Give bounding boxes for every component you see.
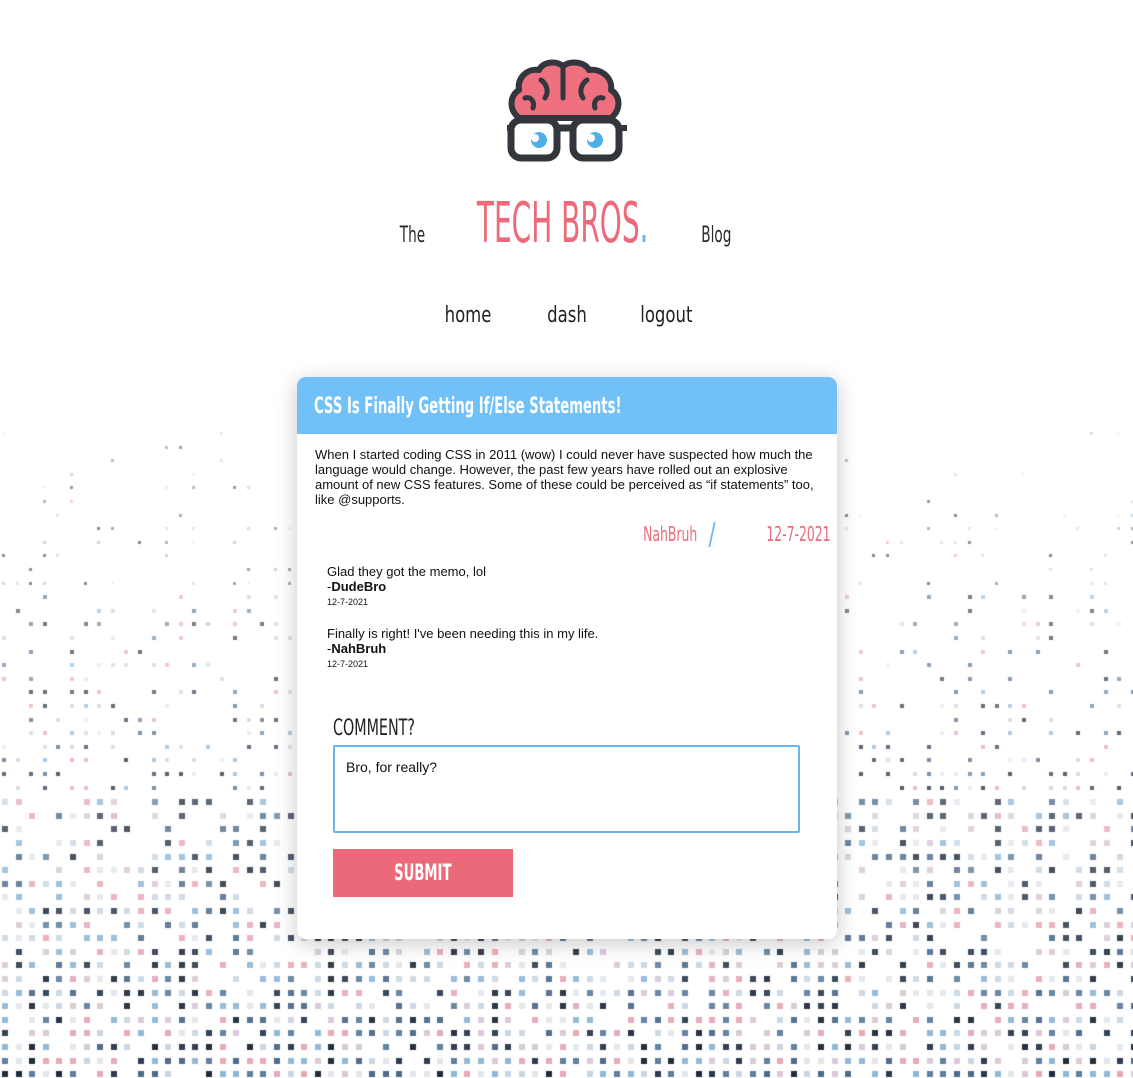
site-title-prefix: The [399, 223, 426, 248]
comment-date: 12-7-2021 [327, 659, 369, 669]
comment-form-label: COMMENT? [333, 716, 415, 741]
comment-author-name: NahBruh [331, 641, 387, 656]
site-title: The TECH BROS. Blog [0, 196, 1133, 252]
site-title-main-text: TECH BROS [476, 191, 640, 256]
post-author: NahBruh [643, 522, 698, 546]
comment-item: Finally is right! I've been needing this… [327, 626, 807, 671]
comment-author-name: DudeBro [331, 579, 387, 594]
post-card: CSS Is Finally Getting If/Else Statement… [297, 377, 837, 939]
post-title: CSS Is Finally Getting If/Else Statement… [314, 394, 622, 419]
submit-button-label: SUBMIT [394, 860, 452, 886]
post-header: CSS Is Finally Getting If/Else Statement… [297, 377, 837, 434]
post-body: When I started coding CSS in 2011 (wow) … [315, 447, 814, 507]
meta-separator: / [708, 516, 716, 552]
nav-dash-link[interactable]: dash [542, 303, 592, 328]
post-meta: NahBruh / 12-7-2021 [610, 516, 831, 552]
site-title-main: TECH BROS. [477, 196, 649, 252]
page: The TECH BROS. Blog home dash logout CSS I… [0, 0, 1133, 1078]
brain-glasses-logo [507, 59, 627, 162]
site-title-suffix: Blog [701, 223, 732, 248]
nav-logout-link[interactable]: logout [640, 303, 692, 328]
comment-date: 12-7-2021 [327, 597, 369, 607]
site-title-dot: . [639, 191, 649, 256]
comment-text: Finally is right! I've been needing this… [327, 626, 599, 641]
post-date: 12-7-2021 [766, 522, 831, 546]
comment-author: -NahBruh [327, 641, 807, 656]
comment-textarea[interactable]: Bro, for really? [333, 745, 800, 833]
comments-list: Glad they got the memo, lol -DudeBro 12-… [327, 564, 807, 688]
nav-home-link[interactable]: home [443, 303, 493, 328]
comment-item: Glad they got the memo, lol -DudeBro 12-… [327, 564, 807, 609]
main-nav: home dash logout [0, 303, 1133, 328]
comment-author: -DudeBro [327, 579, 807, 594]
comment-text: Glad they got the memo, lol [327, 564, 486, 579]
submit-button[interactable]: SUBMIT [333, 849, 513, 897]
